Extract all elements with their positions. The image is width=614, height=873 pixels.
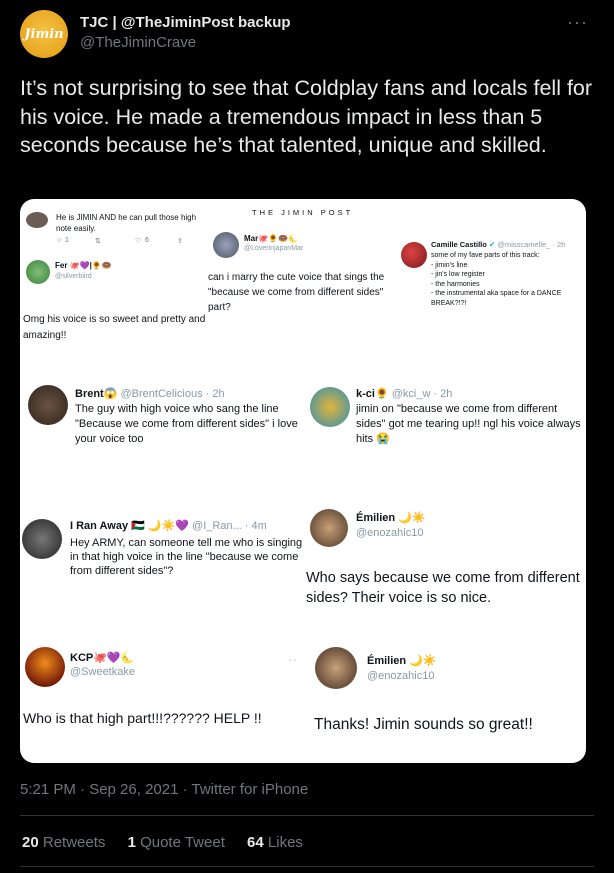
- tweet-author: KCP🐙💜🌜: [70, 652, 135, 664]
- avatar: [26, 212, 48, 228]
- tweet-text: Hey ARMY, can someone tell me who is sin…: [70, 537, 303, 577]
- tweet-handle: @Sweetkake: [70, 666, 135, 678]
- like-icon: ♡: [135, 238, 142, 245]
- avatar: [315, 647, 357, 689]
- reply-icon: ○: [57, 237, 62, 244]
- avatar: [310, 387, 350, 427]
- tweet-author: Émilien 🌙☀️: [356, 512, 426, 524]
- tweet-author: Brent😱 @BrentCelicious · 2h: [75, 388, 225, 400]
- dots-icon: ··: [288, 651, 298, 667]
- verified-icon: ✔: [488, 240, 496, 249]
- author-avatar[interactable]: Jimin: [20, 10, 68, 58]
- likes-stat[interactable]: 64 Likes: [247, 834, 303, 851]
- tweet-text: Thanks! Jimin sounds so great!!: [314, 716, 533, 733]
- tweet-text: He is JIMIN AND he can pull those high n…: [56, 213, 197, 233]
- watermark: THE JIMIN POST: [252, 208, 354, 217]
- tweet-text: It’s not surprising to see that Coldplay…: [20, 76, 593, 157]
- tweet-actions: ○ 1 ⇅ ♡ 6 ⇪: [57, 237, 207, 249]
- avatar: [28, 385, 68, 425]
- tweet-handle: @enozahic10: [367, 670, 435, 682]
- quote-tweets-stat[interactable]: 1 Quote Tweet: [128, 834, 225, 851]
- avatar: [22, 519, 62, 559]
- tweet-text: some of my fave parts of this track: - j…: [431, 252, 562, 307]
- avatar: [25, 647, 65, 687]
- retweets-stat[interactable]: 20 Retweets: [22, 834, 105, 851]
- tweet-text: Omg his voice is so sweet and pretty and…: [23, 314, 206, 341]
- divider: [20, 815, 594, 816]
- avatar: [213, 232, 239, 258]
- tweet-text: can i marry the cute voice that sings th…: [208, 272, 385, 313]
- tweet-text: Who is that high part!!!?????? HELP !!: [23, 710, 262, 726]
- retweet-icon: ⇅: [95, 238, 101, 245]
- avatar: [26, 260, 50, 284]
- reply-count: 1: [65, 237, 69, 244]
- tweet-image[interactable]: He is JIMIN AND he can pull those high n…: [20, 199, 586, 763]
- author-block: TJC | @TheJiminPost backup @TheJiminCrav…: [80, 14, 291, 51]
- author-handle[interactable]: @TheJiminCrave: [80, 34, 291, 51]
- tweet-stats: 20 Retweets 1 Quote Tweet 64 Likes: [22, 834, 321, 851]
- tweet: Jimin TJC | @TheJiminPost backup @TheJim…: [0, 0, 614, 873]
- tweet-author: Émilien 🌙☀️: [367, 655, 437, 667]
- like-count: 6: [145, 237, 149, 244]
- author-name[interactable]: TJC | @TheJiminPost backup: [80, 14, 291, 31]
- tweet-handle: @silverbiird: [55, 273, 92, 280]
- tweet-handle: @LoverinjapanMar: [244, 245, 304, 252]
- tweet-text: jimin on "because we come from different…: [356, 403, 581, 445]
- tweet-author: Mar🐙🌻🍩🌜: [244, 234, 299, 243]
- tweet-timestamp[interactable]: 5:21 PM · Sep 26, 2021 · Twitter for iPh…: [20, 781, 308, 798]
- tweet-author: k-ci🌻 @kci_w · 2h: [356, 388, 453, 400]
- tweet-author: Camille Castillo ✔ @misscamelle_ · 2h: [431, 240, 566, 249]
- divider: [20, 866, 594, 867]
- tweet-author: Fer 🐙💜|🌻🍩: [55, 261, 112, 270]
- more-options-icon[interactable]: ···: [567, 12, 588, 33]
- avatar: [401, 242, 427, 268]
- tweet-text: Who says because we come from different …: [306, 570, 580, 606]
- tweet-handle: @enozahic10: [356, 527, 424, 539]
- avatar: [310, 509, 348, 547]
- tweet-text: The guy with high voice who sang the lin…: [75, 403, 298, 445]
- share-icon: ⇪: [177, 238, 183, 245]
- avatar-logo-text: Jimin: [24, 26, 64, 42]
- tweet-author: I Ran Away 🇵🇸 🌙☀️💜 @I_Ran... · 4m: [70, 520, 267, 532]
